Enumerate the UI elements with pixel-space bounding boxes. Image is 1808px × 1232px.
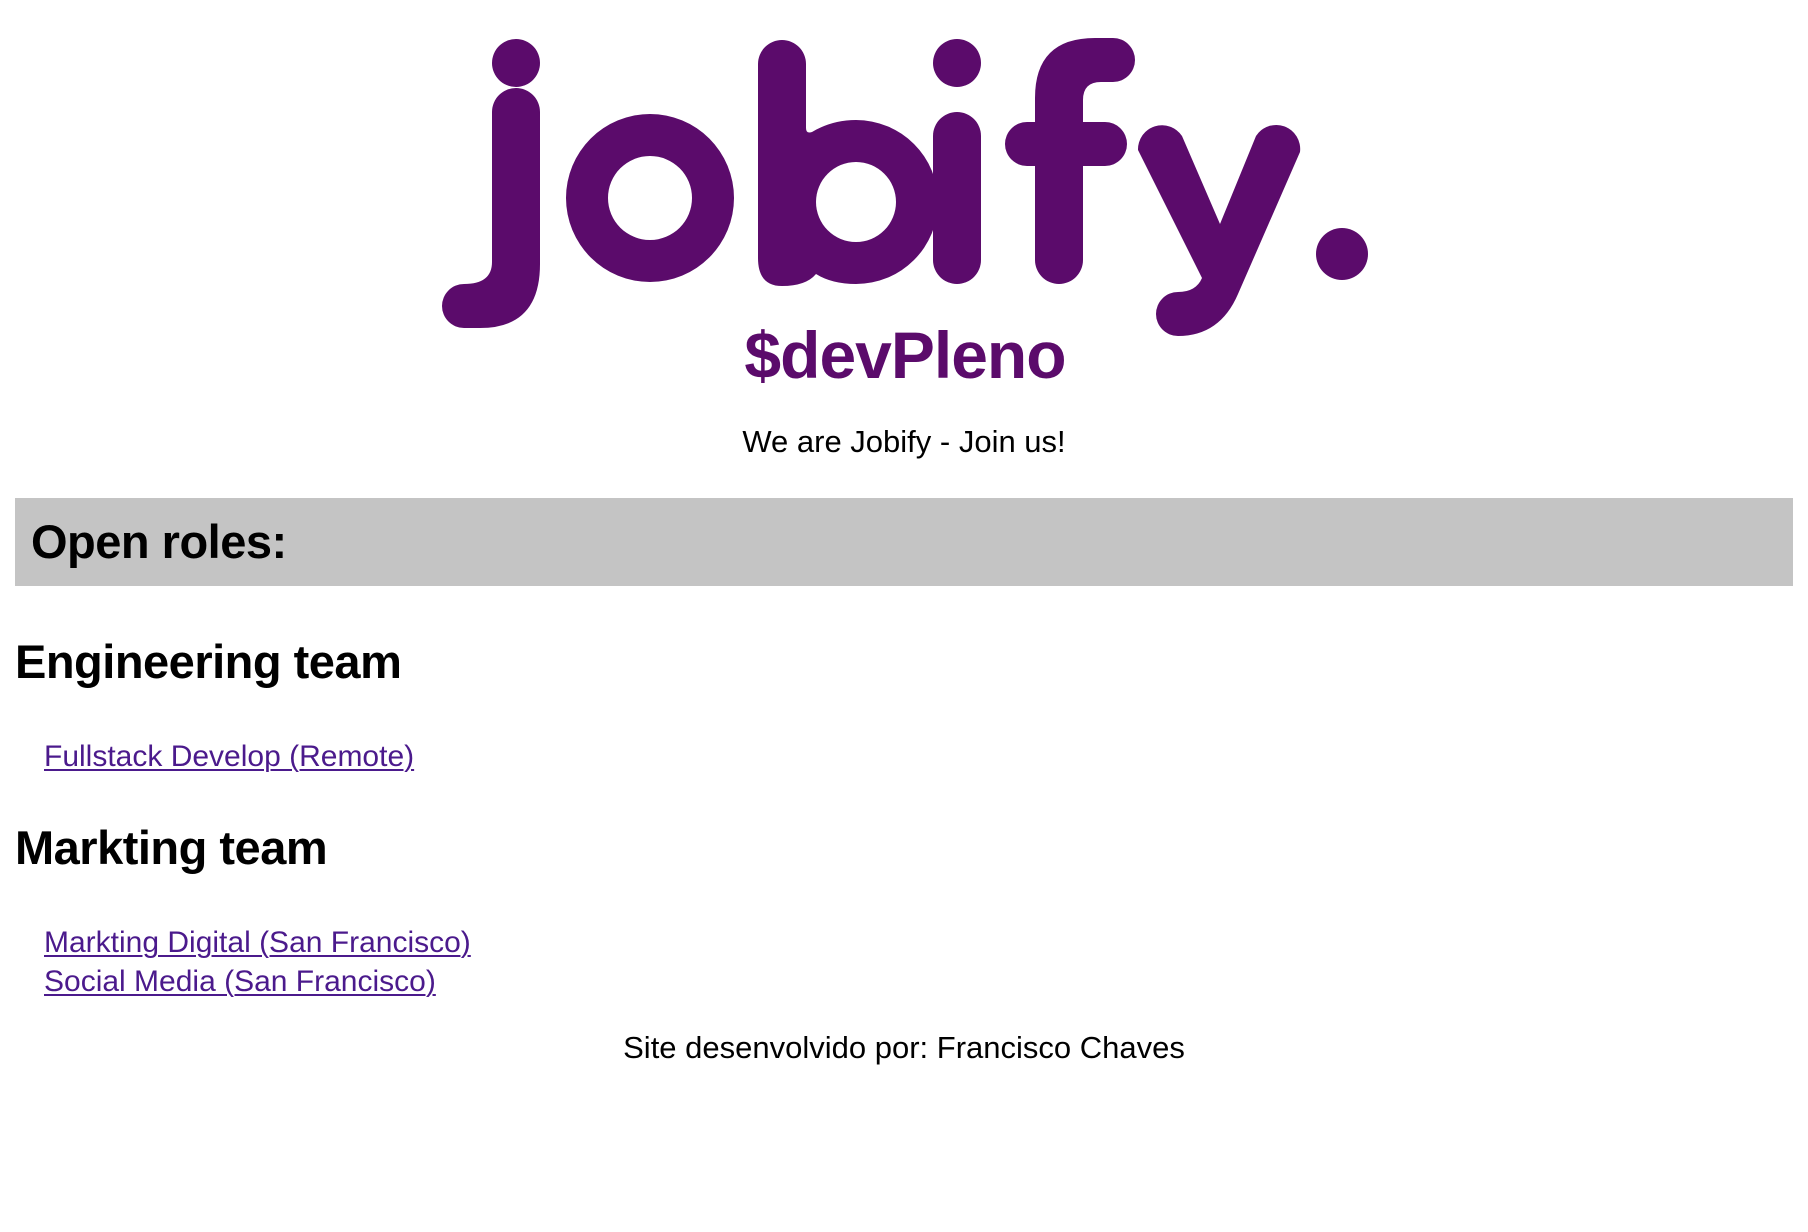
open-roles-title: Open roles: [31, 515, 287, 568]
page: $devPleno We are Jobify - Join us! Open … [0, 0, 1808, 1232]
team-heading-marketing: Markting team [15, 821, 328, 874]
logo-header: $devPleno [0, 0, 1808, 400]
jobify-logo: $devPleno [442, 38, 1368, 388]
engineering-role-list: Fullstack Develop (Remote) [44, 737, 414, 776]
footer-credit: Site desenvolvido por: Francisco Chaves [623, 1030, 1185, 1065]
marketing-role-list: Markting Digital (San Francisco) Social … [44, 923, 471, 1001]
role-link-social-media[interactable]: Social Media (San Francisco) [44, 965, 436, 998]
tagline: We are Jobify - Join us! [742, 424, 1066, 459]
role-item: Fullstack Develop (Remote) [44, 737, 414, 776]
role-item: Markting Digital (San Francisco) [44, 923, 471, 962]
role-link-fullstack-develop[interactable]: Fullstack Develop (Remote) [44, 740, 414, 773]
role-item: Social Media (San Francisco) [44, 962, 471, 1001]
open-roles-banner: Open roles: [15, 498, 1793, 586]
role-link-markting-digital[interactable]: Markting Digital (San Francisco) [44, 926, 471, 959]
devpleno-wordmark: $devPleno [744, 318, 1065, 388]
team-heading-engineering: Engineering team [15, 635, 402, 688]
